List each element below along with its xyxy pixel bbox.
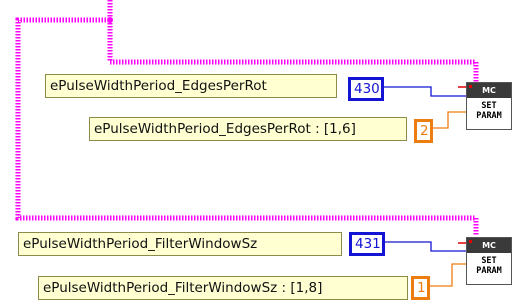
vi-line-2: PARAM bbox=[476, 111, 502, 121]
param-name-constant[interactable]: ePulseWidthPeriod_EdgesPerRot bbox=[45, 74, 337, 98]
vi-header-label: MC bbox=[482, 241, 496, 250]
param-value-wire[interactable] bbox=[430, 111, 466, 287]
set-param-vi[interactable]: MC SET PARAM bbox=[466, 82, 512, 130]
error-terminal bbox=[469, 85, 472, 88]
error-terminal bbox=[469, 240, 472, 243]
param-range-label[interactable]: ePulseWidthPeriod_EdgesPerRot : [1,6] bbox=[89, 117, 407, 141]
param-range-label[interactable]: ePulseWidthPeriod_FilterWindowSz : [1,8] bbox=[38, 276, 408, 300]
vi-line-1: SET bbox=[481, 101, 497, 111]
param-id-constant[interactable]: 431 bbox=[349, 232, 385, 256]
vi-header: MC bbox=[467, 83, 511, 98]
vi-line-1: SET bbox=[481, 256, 497, 266]
vi-header: MC bbox=[467, 238, 511, 253]
param-id-constant[interactable]: 430 bbox=[348, 77, 384, 101]
param-name-constant[interactable]: ePulseWidthPeriod_FilterWindowSz bbox=[18, 232, 342, 256]
vi-icon-text: SET PARAM bbox=[467, 98, 511, 121]
set-param-vi[interactable]: MC SET PARAM bbox=[466, 237, 512, 285]
vi-header-label: MC bbox=[482, 86, 496, 95]
wire-junction bbox=[107, 17, 113, 23]
vi-icon-text: SET PARAM bbox=[467, 253, 511, 276]
param-value-constant[interactable]: 2 bbox=[414, 119, 433, 143]
param-value-constant[interactable]: 1 bbox=[411, 276, 430, 300]
vi-line-2: PARAM bbox=[476, 266, 502, 276]
